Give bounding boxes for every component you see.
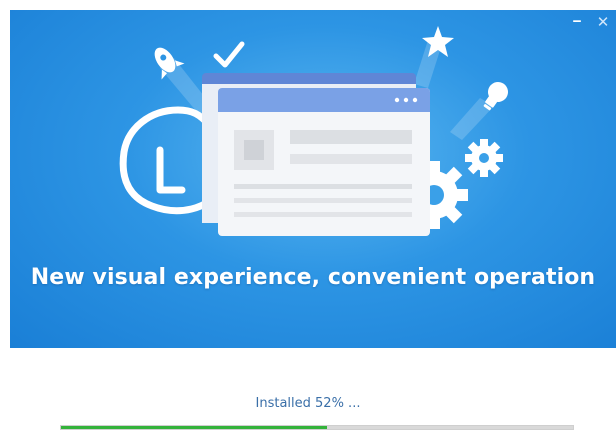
banner-illustration xyxy=(119,26,508,236)
banner-headline: New visual experience, convenient operat… xyxy=(30,265,596,290)
small-gear-icon xyxy=(465,139,503,177)
install-progress-fill xyxy=(61,426,328,429)
install-progress-bar xyxy=(60,425,574,430)
bulb-trail xyxy=(450,98,494,140)
check-icon xyxy=(213,41,245,68)
front-window-illustration xyxy=(218,88,430,236)
install-status-text: Installed 52% ... xyxy=(255,396,361,411)
hero-banner: ‒ ✕ New visual experience, convenient op… xyxy=(10,10,616,348)
